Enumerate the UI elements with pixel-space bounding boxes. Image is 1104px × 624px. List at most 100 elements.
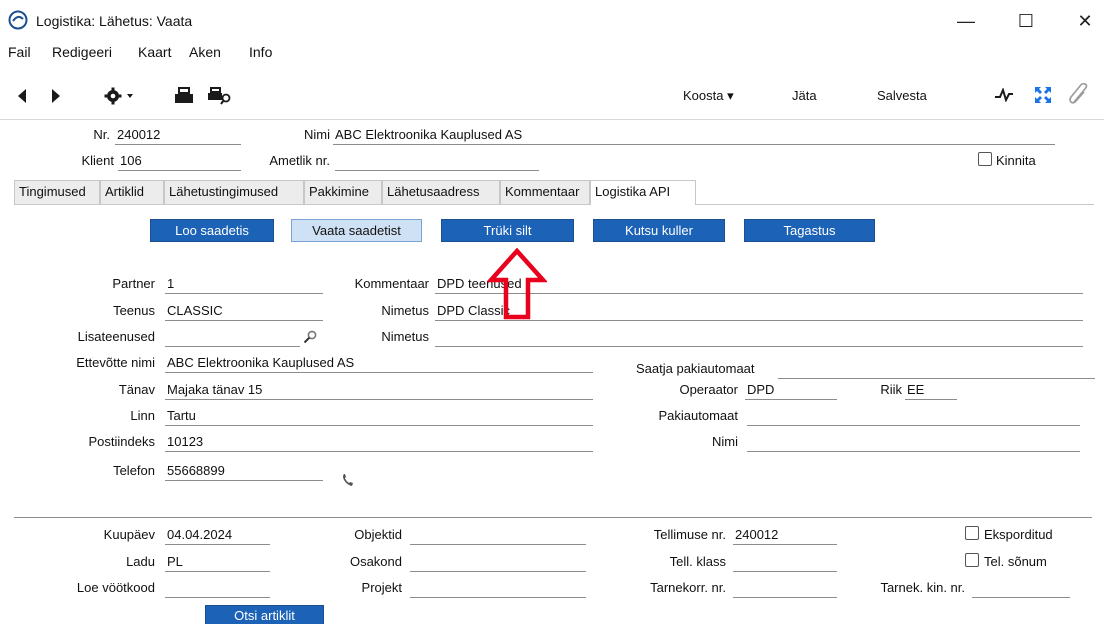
app-logo-icon (8, 10, 28, 30)
eksporditud-checkbox[interactable] (965, 526, 979, 540)
expand-icon[interactable] (1034, 86, 1052, 104)
tab-logistika-api[interactable]: Logistika API (590, 180, 696, 205)
tab-artiklid[interactable]: Artiklid (100, 180, 164, 204)
telefon-label: Telefon (113, 463, 155, 478)
linn-field[interactable]: Tartu (165, 408, 593, 426)
search-icon[interactable] (303, 330, 317, 344)
tarnek-kin-nr-label: Tarnek. kin. nr. (880, 580, 965, 595)
teenus-label: Teenus (113, 303, 155, 318)
teenus-field[interactable]: CLASSIC (165, 303, 323, 321)
gear-icon[interactable] (104, 87, 134, 105)
saatja-pakiautomaat-label: Saatja pakiautomaat (636, 361, 755, 376)
objektid-field[interactable] (410, 527, 586, 545)
toolbar: Koosta ▾ Jäta Salvesta (0, 70, 1104, 120)
kinnita-checkbox[interactable] (978, 152, 992, 166)
klient-field[interactable]: 106 (118, 153, 241, 171)
lisateenused-label: Lisateenused (77, 329, 155, 344)
ametlik-nr-label: Ametlik nr. (269, 153, 330, 168)
tel-sonum-label: Tel. sõnum (984, 554, 1047, 569)
vaata-saadetist-button[interactable]: Vaata saadetist (291, 219, 422, 242)
window-title: Logistika: Lähetus: Vaata (36, 13, 193, 29)
nimetus-2-field[interactable] (435, 329, 1083, 347)
linn-label: Linn (130, 408, 155, 423)
tarnek-kin-nr-field[interactable] (972, 580, 1070, 598)
maximize-button[interactable]: ☐ (1003, 8, 1049, 34)
loo-saadetis-button[interactable]: Loo saadetis (150, 219, 274, 242)
objektid-label: Objektid (354, 527, 402, 542)
close-button[interactable]: ✕ (1062, 8, 1104, 34)
postiindeks-field[interactable]: 10123 (165, 434, 593, 452)
saatja-pakiautomaat-field[interactable] (778, 361, 1095, 379)
ladu-field[interactable]: PL (165, 554, 270, 572)
tab-kommentaar[interactable]: Kommentaar (500, 180, 590, 204)
tanav-label: Tänav (118, 382, 155, 397)
kutsu-kuller-button[interactable]: Kutsu kuller (593, 219, 725, 242)
activity-icon[interactable] (994, 88, 1014, 102)
projekt-field[interactable] (410, 580, 586, 598)
section-divider (14, 517, 1092, 518)
tell-klass-label: Tell. klass (669, 554, 726, 569)
riik-label: Riik (880, 382, 902, 397)
nr-label: Nr. (93, 127, 110, 142)
salvesta-button[interactable]: Salvesta (877, 88, 927, 103)
tab-divider (14, 204, 1094, 205)
ladu-label: Ladu (126, 554, 155, 569)
partner-label: Partner (112, 276, 155, 291)
tanav-field[interactable]: Majaka tänav 15 (165, 382, 593, 400)
lisateenused-field[interactable] (165, 329, 300, 347)
nr-field[interactable]: 240012 (115, 127, 241, 145)
nimi-label: Nimi (304, 127, 330, 142)
tarnekorr-nr-field[interactable] (733, 580, 837, 598)
menu-info[interactable]: Info (249, 44, 272, 60)
operaator-field[interactable]: DPD (745, 382, 837, 400)
print-preview-icon[interactable] (208, 87, 232, 105)
back-arrow-icon[interactable] (16, 89, 28, 103)
tagastus-button[interactable]: Tagastus (744, 219, 875, 242)
postiindeks-label: Postiindeks (88, 434, 155, 449)
minimize-button[interactable]: — (943, 8, 989, 34)
telefon-field[interactable]: 55668899 (165, 463, 323, 481)
pakiautomaat-field[interactable] (747, 408, 1080, 426)
projekt-label: Projekt (361, 580, 402, 595)
loe-vootkood-field[interactable] (165, 580, 270, 598)
forward-arrow-icon[interactable] (50, 89, 62, 103)
kuupaev-field[interactable]: 04.04.2024 (165, 527, 270, 545)
nimi-pakiautomaat-label: Nimi (712, 434, 738, 449)
menu-kaart[interactable]: Kaart (138, 44, 171, 60)
koosta-button[interactable]: Koosta ▾ (683, 88, 734, 104)
nimi-pakiautomaat-field[interactable] (747, 434, 1080, 452)
tell-klass-field[interactable] (733, 554, 837, 572)
tab-lahetusaadress[interactable]: Lähetusaadress (382, 180, 500, 204)
klient-label: Klient (81, 153, 114, 168)
kuupaev-label: Kuupäev (103, 527, 155, 542)
ettevotte-nimi-field[interactable]: ABC Elektroonika Kauplused AS (165, 355, 593, 373)
menu-redigeeri[interactable]: Redigeeri (52, 44, 112, 60)
phone-icon[interactable] (342, 473, 354, 487)
osakond-field[interactable] (410, 554, 586, 572)
tab-tingimused[interactable]: Tingimused (14, 180, 100, 204)
attachment-icon[interactable] (1068, 82, 1090, 106)
tellimuse-nr-field[interactable]: 240012 (733, 527, 837, 545)
operaator-label: Operaator (679, 382, 738, 397)
title-bar: Logistika: Lähetus: Vaata — ☐ ✕ (0, 0, 1104, 42)
partner-field[interactable]: 1 (165, 276, 323, 294)
tab-lahetustingimused[interactable]: Lähetustingimused (164, 180, 304, 204)
jata-button[interactable]: Jäta (792, 88, 817, 103)
menu-fail[interactable]: Fail (8, 44, 31, 60)
kommentaar-label: Kommentaar (354, 276, 429, 291)
tab-pakkimine[interactable]: Pakkimine (304, 180, 382, 204)
ettevotte-nimi-label: Ettevõtte nimi (76, 355, 155, 370)
eksporditud-label: Eksporditud (984, 527, 1053, 542)
pakiautomaat-label: Pakiautomaat (658, 408, 739, 423)
up-arrow-annotation-icon (487, 248, 547, 320)
nimi-field[interactable]: ABC Elektroonika Kauplused AS (333, 127, 1055, 145)
nimetus-label: Nimetus (381, 303, 429, 318)
menu-aken[interactable]: Aken (189, 44, 221, 60)
ametlik-nr-field[interactable] (335, 153, 539, 171)
tel-sonum-checkbox[interactable] (965, 553, 979, 567)
riik-field[interactable]: EE (905, 382, 957, 400)
kinnita-label: Kinnita (996, 153, 1036, 168)
otsi-artiklit-button[interactable]: Otsi artiklit (205, 605, 324, 624)
truki-silt-button[interactable]: Trüki silt (441, 219, 574, 242)
print-icon[interactable] (174, 87, 194, 105)
